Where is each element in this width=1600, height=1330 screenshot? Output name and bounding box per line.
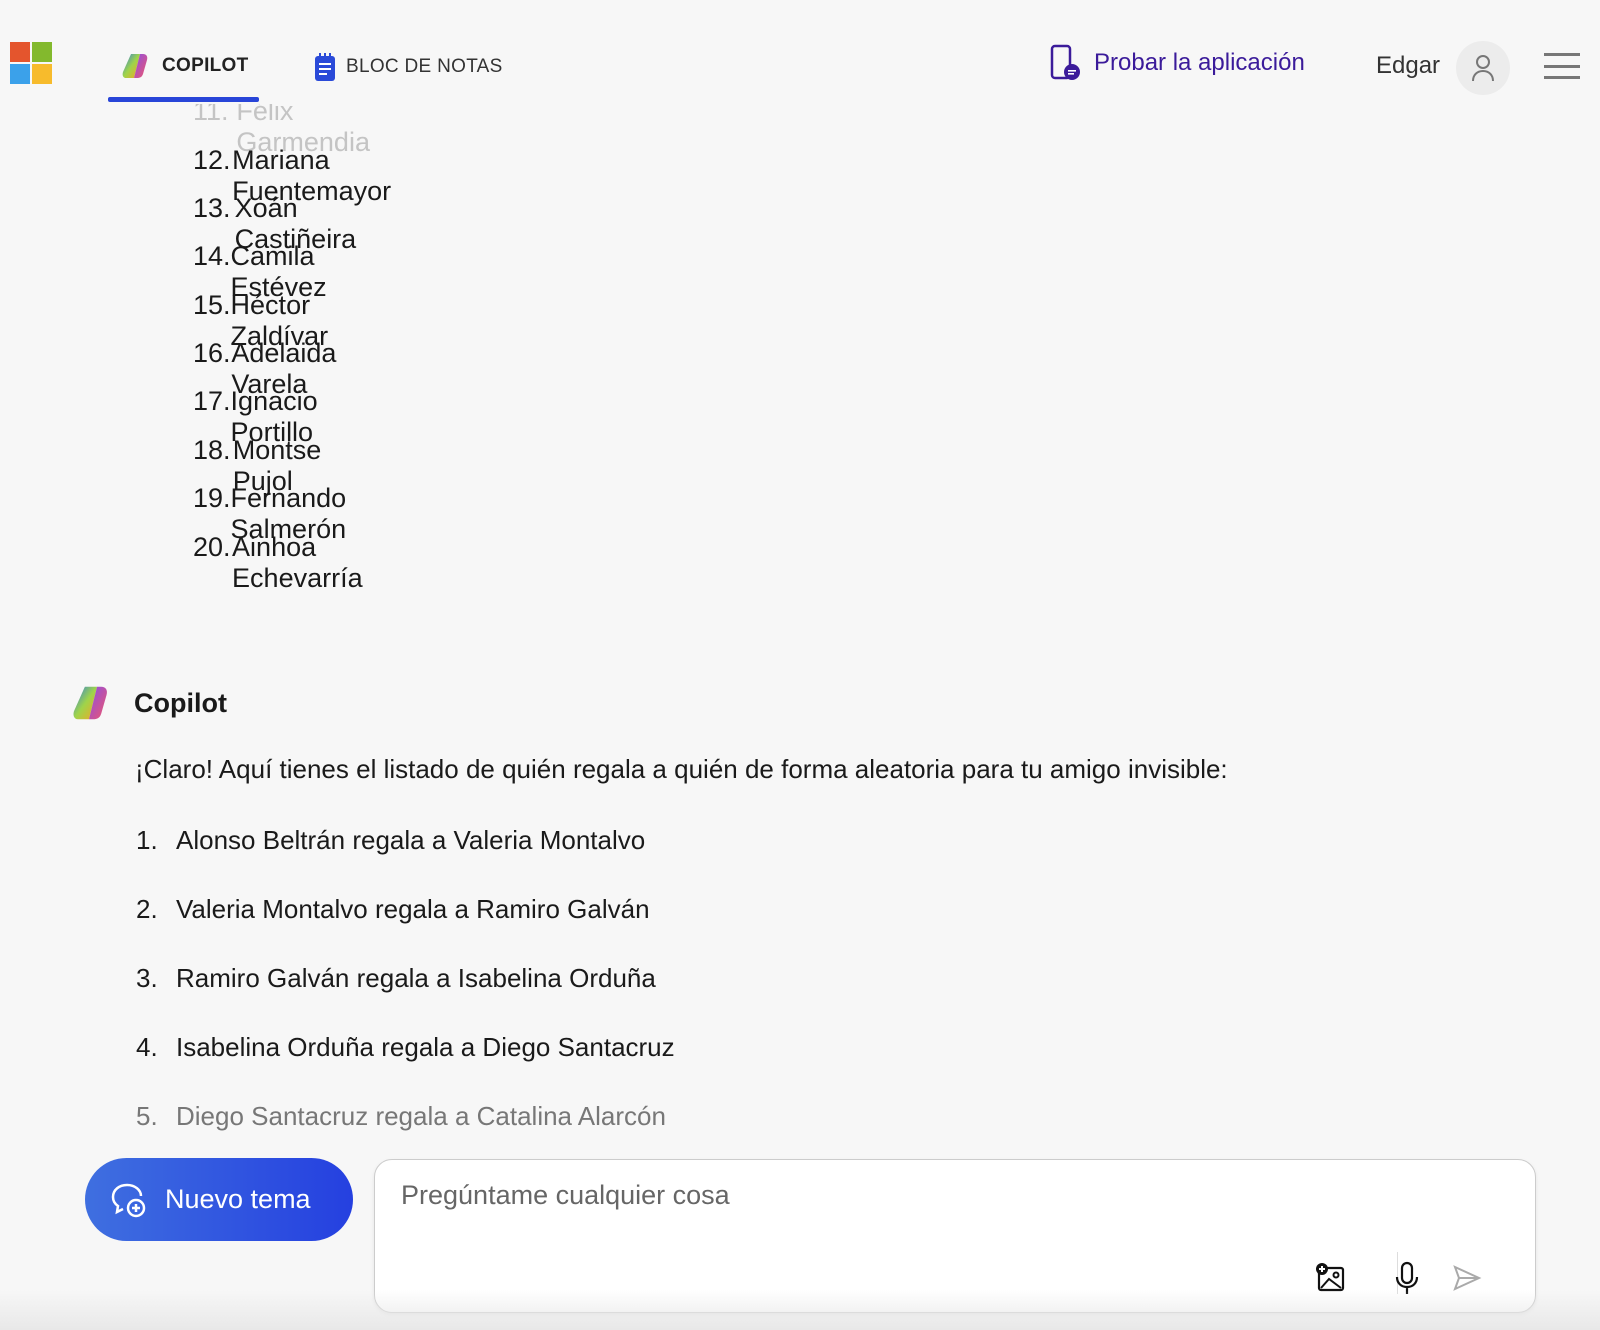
hamburger-menu-icon[interactable]: [1544, 53, 1580, 79]
list-item: 4. Isabelina Orduña regala a Diego Santac…: [136, 1032, 675, 1062]
user-icon: [1472, 55, 1494, 82]
tab-notebook[interactable]: BLOC DE NOTAS: [314, 52, 503, 82]
tab-label: BLOC DE NOTAS: [346, 56, 503, 77]
microsoft-logo-icon[interactable]: [10, 42, 52, 84]
list-item: 1. Alonso Beltrán regala a Valeria Montal…: [136, 825, 646, 855]
avatar[interactable]: [1456, 41, 1510, 95]
list-item: 5. Diego Santacruz regala a Catalina Alar…: [136, 1101, 666, 1131]
try-app-link[interactable]: Probar la aplicación: [1050, 44, 1305, 82]
active-tab-indicator: [108, 97, 259, 102]
copilot-logo-icon: [122, 54, 148, 78]
copilot-logo-icon: [73, 686, 107, 720]
user-name[interactable]: Edgar: [1376, 52, 1440, 80]
notebook-icon: [315, 53, 335, 81]
bottom-shade: [0, 1290, 1600, 1330]
new-topic-button[interactable]: Nuevo tema: [85, 1158, 353, 1241]
list-item: 3. Ramiro Galván regala a Isabelina Orduñ…: [136, 963, 656, 993]
new-chat-icon: [111, 1183, 146, 1217]
chat-input[interactable]: [401, 1180, 1401, 1211]
top-bar: COPILOT BLOC DE NOTAS Probar la aplicaci…: [0, 0, 1600, 104]
response-intro: ¡Claro! Aquí tienes el listado de quién …: [135, 754, 1228, 784]
mobile-app-icon: [1050, 44, 1080, 80]
response-author: Copilot: [72, 684, 227, 722]
tab-copilot[interactable]: COPILOT: [122, 52, 249, 80]
tab-label: COPILOT: [162, 55, 249, 76]
list-item: 20. Ainhoa Echevarría: [193, 532, 363, 593]
list-item: 2. Valeria Montalvo regala a Ramiro Galvá…: [136, 894, 650, 924]
send-icon: [1453, 1265, 1482, 1291]
